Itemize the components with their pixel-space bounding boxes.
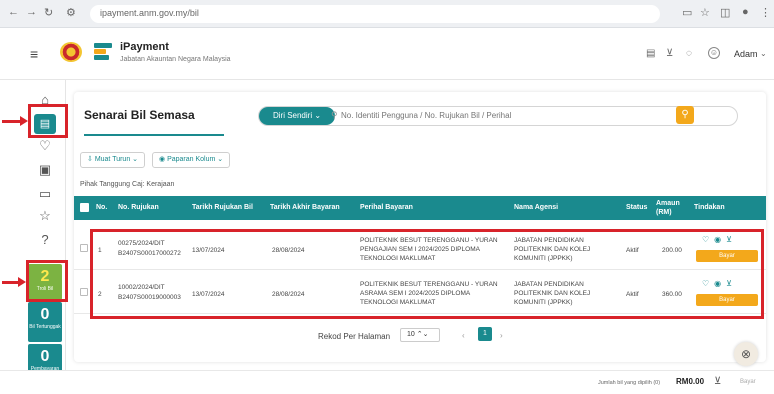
header-agency[interactable]: Nama Agensi [514,196,558,220]
title-underline [84,134,224,136]
menu-icon[interactable]: ⋮ [760,6,771,19]
selected-total: RM0.00 [676,377,705,386]
selected-bills-label: Jumlah bil yang dipilih (0) [598,380,661,386]
app-subtitle: Jabatan Akauntan Negara Malaysia [120,56,231,63]
favourite-icon[interactable]: ♡ [37,138,53,154]
pembayaran-tertunda-count: 0 [40,348,50,365]
bil-tertunggak-badge[interactable]: 0 Bil Tertunggak [28,302,62,342]
header-action: Tindakan [694,204,725,211]
header-no[interactable]: No. [96,196,107,220]
search-icon: ⚲ [331,110,338,120]
highlight-box-bill-rows [90,229,764,319]
next-page-icon[interactable]: › [500,331,503,340]
help-icon[interactable]: ? [37,232,53,248]
chat-support-icon[interactable]: ⊗ [734,342,758,366]
header-description[interactable]: Perihal Bayaran [360,196,413,220]
reload-icon[interactable]: ↻ [44,6,53,19]
row-checkbox[interactable] [80,244,88,252]
back-icon[interactable]: ← [8,6,19,18]
app-title: iPayment [120,41,169,53]
browser-toolbar: ← → ↻ ⚙ ipayment.anm.gov.my/bil ▭ ☆ ◫ ● … [0,0,774,28]
star-icon[interactable]: ☆ [700,6,710,19]
highlight-box-troli [26,260,68,302]
header-ref-date[interactable]: Tarikh Rujukan Bil [192,196,253,220]
arrow-icon [2,116,28,126]
site-info-icon[interactable]: ⚙ [66,6,76,19]
user-icon[interactable]: ☺ [708,47,720,59]
footer-pay-button[interactable]: Bayar [740,379,756,385]
user-name[interactable]: Adam [734,49,758,59]
column-view-button[interactable]: ◉ Paparan Kolum ⌄ [152,152,231,168]
select-all-checkbox[interactable] [80,203,89,212]
records-per-page-value: 10 [407,331,415,338]
chat-icon[interactable]: ▭ [37,186,53,202]
records-per-page-select[interactable]: 10 ⌃⌄ [400,328,440,342]
download-label: Muat Turun [94,156,131,163]
payer-selector-label: Diri Sendiri [272,111,313,120]
highlight-box-bill-menu [28,104,68,138]
government-crest-logo [60,42,82,62]
cart-footer: Jumlah bil yang dipilih (0) RM0.00 ⊻ Bay… [0,370,774,394]
previous-page-icon[interactable]: ‹ [462,331,465,340]
app-header: ≡ iPayment Jabatan Akauntan Negara Malay… [0,28,774,80]
bil-tertunggak-count: 0 [40,306,50,323]
bell-icon[interactable]: ◌ [686,48,692,59]
forward-icon[interactable]: → [26,6,37,18]
page-title: Senarai Bil Semasa [84,108,195,122]
search-input[interactable] [341,107,731,125]
search-bar: Diri Sendiri ⌄ ⚲ [258,106,738,126]
hamburger-icon[interactable]: ≡ [30,46,38,62]
records-per-page-label: Rekod Per Halaman [318,332,391,341]
cart-icon[interactable]: ⊻ [714,376,721,387]
arrow-icon [2,277,26,287]
address-bar[interactable]: ipayment.anm.gov.my/bil [90,5,660,23]
document-icon[interactable]: ▤ [646,48,655,59]
header-due-date[interactable]: Tarikh Akhir Bayaran [270,196,340,220]
header-status[interactable]: Status [626,196,647,220]
star-icon[interactable]: ☆ [37,208,53,224]
row-checkbox[interactable] [80,288,88,296]
column-view-label: Paparan Kolum [167,156,216,163]
header-reference[interactable]: No. Rujukan [118,196,159,220]
download-button[interactable]: ⇩ Muat Turun ⌄ [80,152,146,168]
cart-icon[interactable]: ⊻ [666,48,673,59]
table-header: No. No. Rujukan Tarikh Rujukan Bil Tarik… [74,196,766,220]
header-amount[interactable]: Amaun (RM) [656,199,684,223]
profile-icon[interactable]: ● [742,6,749,18]
chevron-down-icon[interactable]: ⌄ [760,49,767,58]
extensions-icon[interactable]: ◫ [720,6,730,19]
install-icon[interactable]: ▭ [682,6,692,19]
bill-list-card: Senarai Bil Semasa Diri Sendiri ⌄ ⚲ ⇩ Mu… [74,92,766,362]
ipayment-logo [94,43,112,61]
current-page[interactable]: 1 [478,327,492,341]
search-button[interactable]: ⚲ [676,106,694,124]
receipt-icon[interactable]: ▣ [37,162,53,178]
payer-selector[interactable]: Diri Sendiri ⌄ [259,107,335,125]
bil-tertunggak-label: Bil Tertunggak [29,324,61,330]
payer-label: Pihak Tanggung Caj: Kerajaan [80,181,175,188]
